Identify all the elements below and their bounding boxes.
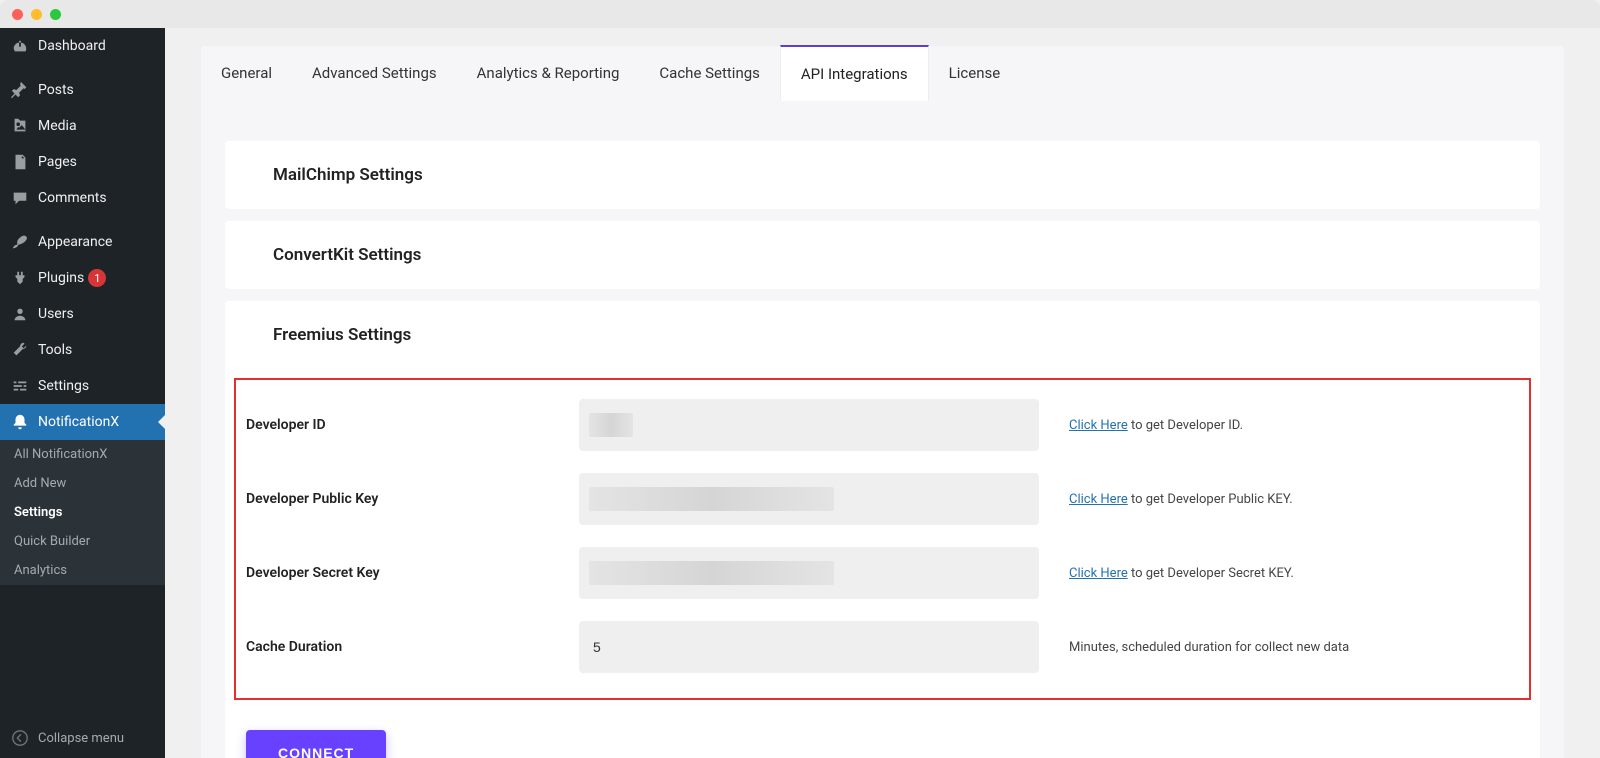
connect-button[interactable]: CONNECT <box>246 730 386 758</box>
submenu-add-new[interactable]: Add New <box>0 469 165 498</box>
developer-secret-key-label: Developer Secret Key <box>239 565 549 581</box>
sidebar-item-notificationx[interactable]: NotificationX <box>0 404 165 440</box>
submenu-quick-builder[interactable]: Quick Builder <box>0 527 165 556</box>
plugins-update-badge: 1 <box>88 269 106 287</box>
brush-icon <box>10 232 30 252</box>
cache-duration-input[interactable] <box>579 621 1039 673</box>
submenu-all-notificationx[interactable]: All NotificationX <box>0 440 165 469</box>
sidebar-label: NotificationX <box>38 414 119 430</box>
sidebar-item-media[interactable]: Media <box>0 108 165 144</box>
sidebar-label: Media <box>38 118 77 134</box>
settings-tabs: General Advanced Settings Analytics & Re… <box>201 46 1564 101</box>
sidebar-item-appearance[interactable]: Appearance <box>0 224 165 260</box>
developer-id-label: Developer ID <box>239 417 549 433</box>
mailchimp-panel[interactable]: MailChimp Settings <box>225 141 1540 209</box>
wrench-icon <box>10 340 30 360</box>
redacted-overlay <box>589 413 633 437</box>
freemius-panel-title[interactable]: Freemius Settings <box>225 301 1540 369</box>
field-developer-id: Developer ID Click Here to get Developer… <box>236 388 1529 462</box>
developer-public-key-help: Click Here to get Developer Public KEY. <box>1069 492 1293 507</box>
cache-duration-help: Minutes, scheduled duration for collect … <box>1069 640 1349 655</box>
sidebar-item-users[interactable]: Users <box>0 296 165 332</box>
developer-secret-key-help-link[interactable]: Click Here <box>1069 566 1128 581</box>
tab-general[interactable]: General <box>201 46 292 101</box>
dashboard-icon <box>10 36 30 56</box>
convertkit-panel-title: ConvertKit Settings <box>225 221 1540 289</box>
window-close-button[interactable] <box>12 9 23 20</box>
sidebar-label: Comments <box>38 190 107 206</box>
sidebar-item-posts[interactable]: Posts <box>0 72 165 108</box>
main-content: General Advanced Settings Analytics & Re… <box>165 28 1600 758</box>
tab-cache-settings[interactable]: Cache Settings <box>639 46 779 101</box>
field-developer-public-key: Developer Public Key Click Here to get D… <box>236 462 1529 536</box>
developer-public-key-label: Developer Public Key <box>239 491 549 507</box>
redacted-overlay <box>589 561 834 585</box>
mailchimp-panel-title: MailChimp Settings <box>225 141 1540 209</box>
developer-id-input[interactable] <box>579 399 1039 451</box>
plug-icon <box>10 268 30 288</box>
developer-id-help: Click Here to get Developer ID. <box>1069 418 1243 433</box>
sidebar-label: Settings <box>38 378 89 394</box>
tab-advanced-settings[interactable]: Advanced Settings <box>292 46 457 101</box>
field-developer-secret-key: Developer Secret Key Click Here to get D… <box>236 536 1529 610</box>
sidebar-label: Posts <box>38 82 74 98</box>
admin-sidebar: Dashboard Posts Media Pages Comments App… <box>0 28 165 758</box>
window-minimize-button[interactable] <box>31 9 42 20</box>
window-titlebar <box>0 0 1600 28</box>
page-icon <box>10 152 30 172</box>
sliders-icon <box>10 376 30 396</box>
tab-api-integrations[interactable]: API Integrations <box>780 45 929 101</box>
freemius-panel: Freemius Settings Developer ID Click Her… <box>225 301 1540 758</box>
sidebar-label: Users <box>38 306 74 322</box>
developer-id-help-link[interactable]: Click Here <box>1069 418 1128 433</box>
developer-secret-key-help: Click Here to get Developer Secret KEY. <box>1069 566 1294 581</box>
sidebar-label: Pages <box>38 154 77 170</box>
media-icon <box>10 116 30 136</box>
sidebar-label: Dashboard <box>38 38 106 54</box>
collapse-icon <box>10 728 30 748</box>
submenu-analytics[interactable]: Analytics <box>0 556 165 585</box>
sidebar-item-dashboard[interactable]: Dashboard <box>0 28 165 64</box>
submenu-settings[interactable]: Settings <box>0 498 165 527</box>
collapse-menu-label: Collapse menu <box>38 731 124 746</box>
cache-duration-label: Cache Duration <box>239 639 549 655</box>
collapse-menu-button[interactable]: Collapse menu <box>0 718 165 758</box>
sidebar-label: Tools <box>38 342 72 358</box>
user-icon <box>10 304 30 324</box>
tab-analytics-reporting[interactable]: Analytics & Reporting <box>457 46 640 101</box>
sidebar-label: Appearance <box>38 234 112 250</box>
window-maximize-button[interactable] <box>50 9 61 20</box>
sidebar-item-pages[interactable]: Pages <box>0 144 165 180</box>
sidebar-item-settings[interactable]: Settings <box>0 368 165 404</box>
developer-public-key-help-link[interactable]: Click Here <box>1069 492 1128 507</box>
sidebar-item-plugins[interactable]: Plugins 1 <box>0 260 165 296</box>
notificationx-submenu: All NotificationX Add New Settings Quick… <box>0 440 165 585</box>
bell-icon <box>10 412 30 432</box>
field-cache-duration: Cache Duration Minutes, scheduled durati… <box>236 610 1529 684</box>
freemius-form-highlight: Developer ID Click Here to get Developer… <box>234 378 1531 700</box>
tab-content: MailChimp Settings ConvertKit Settings F… <box>201 101 1564 758</box>
redacted-overlay <box>589 487 834 511</box>
comment-icon <box>10 188 30 208</box>
convertkit-panel[interactable]: ConvertKit Settings <box>225 221 1540 289</box>
pin-icon <box>10 80 30 100</box>
sidebar-label: Plugins <box>38 270 84 286</box>
sidebar-item-tools[interactable]: Tools <box>0 332 165 368</box>
tab-license[interactable]: License <box>929 46 1021 101</box>
sidebar-item-comments[interactable]: Comments <box>0 180 165 216</box>
